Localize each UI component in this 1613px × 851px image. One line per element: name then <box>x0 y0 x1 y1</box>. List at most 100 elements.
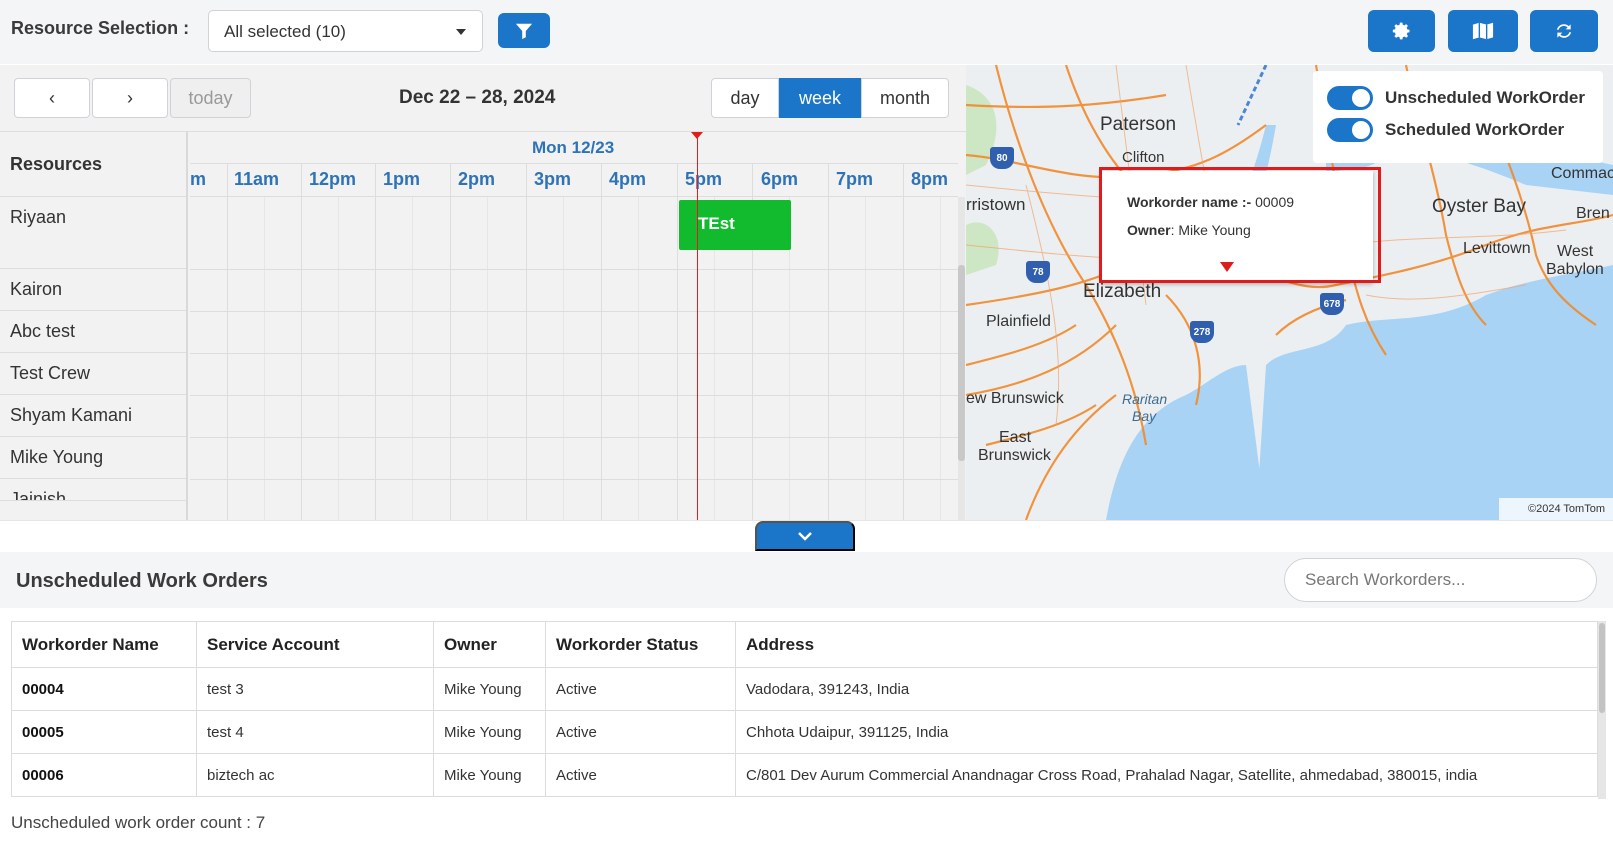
resource-row[interactable]: Jainish <box>0 479 186 501</box>
half-hour-grid-line <box>940 197 941 521</box>
address-cell: Chhota Udaipur, 391125, India <box>735 710 1598 754</box>
owner-cell: Mike Young <box>433 710 546 754</box>
address-cell: C/801 Dev Aurum Commercial Anandnagar Cr… <box>735 753 1598 797</box>
hour-label: m <box>190 169 207 189</box>
resource-selection-label: Resource Selection : <box>11 18 190 38</box>
map-label-brent: Bren <box>1576 205 1610 222</box>
table-row[interactable]: 00006 biztech ac Mike Young Active C/801… <box>11 753 1598 797</box>
map-legend: Unscheduled WorkOrder Scheduled WorkOrde… <box>1313 71 1603 163</box>
resource-row[interactable]: Test Crew <box>0 353 186 395</box>
today-button[interactable]: today <box>170 78 251 118</box>
resource-row[interactable]: Kairon <box>0 269 186 311</box>
next-week-button[interactable]: › <box>92 78 168 118</box>
service-account-cell: test 4 <box>196 710 434 754</box>
address-cell: Vadodara, 391243, India <box>735 667 1598 711</box>
row-grid-line <box>190 437 958 438</box>
hour-grid-line <box>903 164 904 521</box>
resource-row[interactable]: Riyaan <box>0 197 186 269</box>
scroll-thumb[interactable] <box>958 265 965 461</box>
half-hour-grid-line <box>865 197 866 521</box>
row-grid-line <box>190 395 958 396</box>
row-grid-line <box>190 269 958 270</box>
row-grid-line <box>190 311 958 312</box>
hour-header: m 11am 12pm 1pm 2pm 3pm 4pm 5pm 6pm 7pm … <box>190 164 958 197</box>
unscheduled-header: Unscheduled Work Orders <box>0 552 1613 608</box>
scheduled-toggle[interactable] <box>1327 118 1373 142</box>
collapse-panel-button[interactable] <box>755 521 855 551</box>
refresh-button[interactable] <box>1530 10 1598 52</box>
week-view-button[interactable]: week <box>779 78 861 118</box>
scroll-thumb[interactable] <box>1599 623 1605 713</box>
column-header[interactable]: Address <box>735 621 1598 668</box>
hour-label: 11am <box>234 169 280 189</box>
highlight-box <box>1099 167 1381 283</box>
column-header[interactable]: Owner <box>433 621 546 668</box>
workorder-name-cell: 00006 <box>11 753 197 797</box>
map-label-paterson: Paterson <box>1100 114 1177 135</box>
caret-down-icon <box>456 29 466 35</box>
resource-select[interactable]: All selected (10) <box>208 10 483 52</box>
hour-label: 12pm <box>309 169 357 189</box>
map-marker-icon[interactable] <box>1220 262 1234 272</box>
table-row[interactable]: 00005 test 4 Mike Young Active Chhota Ud… <box>11 710 1598 754</box>
settings-button[interactable] <box>1368 10 1435 52</box>
column-header[interactable]: Service Account <box>196 621 434 668</box>
prev-week-button[interactable]: ‹ <box>14 78 90 118</box>
hour-grid-line <box>526 164 527 521</box>
map-label-elizabeth: Elizabeth <box>1083 281 1162 302</box>
calendar-vertical-scrollbar[interactable] <box>958 197 965 527</box>
status-cell: Active <box>545 667 736 711</box>
map-label-oyster-bay: Oyster Bay <box>1432 196 1526 217</box>
column-header[interactable]: Workorder Status <box>545 621 736 668</box>
search-workorders-input[interactable] <box>1284 558 1597 602</box>
hour-grid-line <box>227 164 228 521</box>
half-hour-grid-line <box>412 197 413 521</box>
hour-grid-line <box>828 164 829 521</box>
status-cell: Active <box>545 710 736 754</box>
map-label-morristown: rristown <box>966 195 1026 214</box>
table-row[interactable]: 00004 test 3 Mike Young Active Vadodara,… <box>11 667 1598 711</box>
hour-label: 8pm <box>911 169 949 189</box>
hour-label: 6pm <box>761 169 799 189</box>
hour-label: 5pm <box>685 169 723 189</box>
interstate-278-icon: 278 <box>1190 321 1214 343</box>
hour-label: 7pm <box>836 169 874 189</box>
map-label-commack: Commac <box>1551 165 1613 182</box>
map-view[interactable]: Paterson Clifton rristown Elizabeth Plai… <box>966 65 1613 520</box>
hour-grid-line <box>375 164 376 521</box>
resources-column: Resources Riyaan Kairon Abc test Test Cr… <box>0 132 188 521</box>
map-toggle-button[interactable] <box>1448 10 1518 52</box>
day-view-button[interactable]: day <box>711 78 779 118</box>
interstate-78-icon: 78 <box>1026 261 1050 283</box>
map-label-clifton: Clifton <box>1122 149 1165 166</box>
service-account-cell: biztech ac <box>196 753 434 797</box>
map-label-west: West <box>1557 243 1594 260</box>
timeline[interactable]: Mon 12/23 m 11am 12pm 1pm 2pm 3pm 4pm 5p… <box>190 132 958 521</box>
resource-row[interactable]: Shyam Kamani <box>0 395 186 437</box>
filter-icon <box>515 23 533 39</box>
half-hour-grid-line <box>338 197 339 521</box>
status-cell: Active <box>545 753 736 797</box>
workorder-name-cell: 00005 <box>11 710 197 754</box>
resource-row[interactable]: Abc test <box>0 311 186 353</box>
hour-grid-line <box>301 164 302 521</box>
month-view-button[interactable]: month <box>861 78 949 118</box>
workorders-table: Workorder Name Service Account Owner Wor… <box>11 621 1598 797</box>
unscheduled-toggle[interactable] <box>1327 86 1373 110</box>
interstate-678-icon: 678 <box>1320 293 1344 315</box>
half-hour-grid-line <box>487 197 488 521</box>
resources-header-label: Resources <box>10 154 103 174</box>
resource-row[interactable]: Mike Young <box>0 437 186 479</box>
map-copyright: ©2024 TomTom <box>1499 498 1613 520</box>
half-hour-grid-line <box>264 197 265 521</box>
filter-button[interactable] <box>498 13 550 48</box>
table-scrollbar[interactable] <box>1598 621 1606 799</box>
scheduled-event[interactable]: TEst <box>679 200 791 250</box>
day-header: Mon 12/23 <box>190 132 958 164</box>
top-bar: Resource Selection : All selected (10) <box>0 0 1613 64</box>
hour-grid-line <box>677 164 678 521</box>
current-time-marker-icon <box>691 132 703 139</box>
map-label-brunswick: Brunswick <box>978 447 1051 464</box>
column-header[interactable]: Workorder Name <box>11 621 197 668</box>
hour-label: 3pm <box>534 169 572 189</box>
